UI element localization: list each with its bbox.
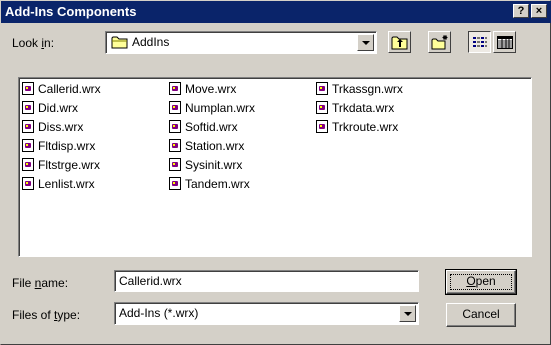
new-folder-icon	[431, 35, 448, 50]
look-in-label: Look in:	[12, 36, 55, 50]
title-bar[interactable]: Add-Ins Components ? ×	[1, 1, 551, 23]
wrx-file-icon	[316, 101, 328, 114]
file-name-field[interactable]: Callerid.wrx	[114, 270, 419, 292]
wrx-file-icon	[22, 158, 34, 171]
folder-icon	[111, 36, 128, 49]
add-ins-components-dialog: Add-Ins Components ? × Look in: AddIns C…	[0, 0, 551, 345]
wrx-file-icon	[316, 120, 328, 133]
details-view-icon	[497, 36, 513, 49]
file-list[interactable]: Callerid.wrx Did.wrx Diss.wrx Fltdisp.wr…	[18, 77, 532, 257]
look-in-dropdown-button[interactable]	[357, 34, 374, 51]
details-view-button[interactable]	[493, 31, 516, 53]
wrx-file-icon	[22, 177, 34, 190]
cancel-button[interactable]: Cancel	[446, 303, 516, 327]
files-of-type-value: Add-Ins (*.wrx)	[119, 306, 199, 320]
wrx-file-icon	[169, 101, 181, 114]
wrx-file-icon	[22, 120, 34, 133]
files-of-type-combo[interactable]: Add-Ins (*.wrx)	[114, 302, 419, 325]
help-button[interactable]: ?	[513, 4, 529, 18]
list-view-icon	[473, 37, 487, 47]
look-in-value: AddIns	[132, 35, 170, 49]
focus-rectangle	[450, 274, 512, 290]
wrx-file-icon	[22, 82, 34, 95]
wrx-file-icon	[22, 101, 34, 114]
dialog-title: Add-Ins Components	[5, 4, 137, 19]
file-name-value: Callerid.wrx	[119, 274, 182, 288]
up-one-level-button[interactable]	[388, 31, 411, 53]
open-button[interactable]: Open	[445, 269, 517, 295]
wrx-file-icon	[169, 82, 181, 95]
files-of-type-label: Files of type:	[12, 308, 81, 322]
wrx-file-icon	[22, 139, 34, 152]
wrx-file-icon	[316, 82, 328, 95]
wrx-file-icon	[169, 139, 181, 152]
help-icon: ?	[517, 5, 525, 17]
wrx-file-icon	[169, 120, 181, 133]
list-view-button[interactable]	[468, 31, 491, 53]
wrx-file-icon	[169, 177, 181, 190]
close-icon: ×	[535, 5, 543, 17]
create-new-folder-button[interactable]	[428, 31, 451, 53]
file-name-label: File name:	[12, 276, 69, 290]
look-in-combo[interactable]: AddIns	[105, 31, 377, 54]
wrx-file-icon	[169, 158, 181, 171]
files-of-type-dropdown-button[interactable]	[399, 305, 416, 322]
up-folder-icon	[391, 36, 408, 50]
close-button[interactable]: ×	[531, 4, 547, 18]
